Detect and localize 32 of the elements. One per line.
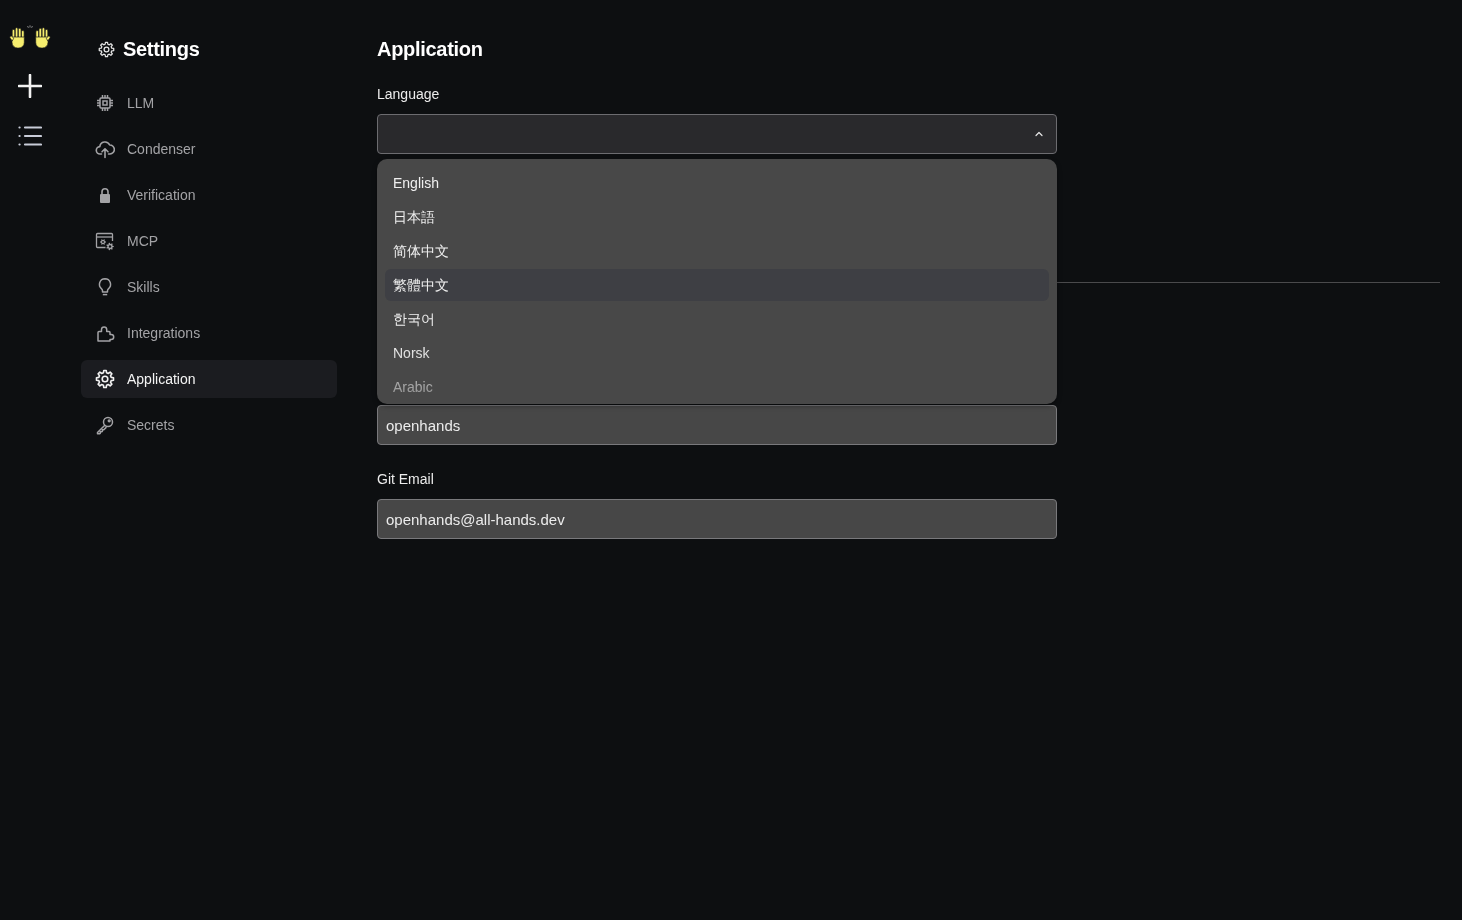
- settings-nav-item[interactable]: Skills: [81, 268, 337, 306]
- page-title: Application: [377, 37, 484, 62]
- text-input[interactable]: openhands: [377, 405, 1057, 445]
- cloud-upload-icon: [95, 139, 115, 159]
- settings-nav-item[interactable]: Application: [81, 360, 337, 398]
- settings-icon: [98, 40, 115, 58]
- settings-nav-item[interactable]: Secrets: [81, 406, 337, 444]
- dropdown-option[interactable]: Arabic: [385, 371, 1049, 403]
- chip-icon: [95, 93, 115, 113]
- settings-nav-item[interactable]: LLM: [81, 84, 337, 122]
- dropdown-option[interactable]: Norsk: [385, 337, 1049, 369]
- list-icon[interactable]: [18, 125, 42, 147]
- gear-icon: [95, 369, 115, 389]
- settings-title: Settings: [123, 37, 200, 61]
- dropdown-option[interactable]: 简体中文: [385, 235, 1049, 267]
- settings-nav-item[interactable]: Condenser: [81, 130, 337, 168]
- dropdown-option[interactable]: 한국어: [385, 303, 1049, 335]
- dropdown-option[interactable]: 日本語: [385, 201, 1049, 233]
- language-select[interactable]: [377, 114, 1057, 154]
- raised-hands-icon[interactable]: [8, 25, 52, 49]
- key-icon: [95, 415, 115, 435]
- settings-nav-item[interactable]: Verification: [81, 176, 337, 214]
- settings-nav-item[interactable]: MCP: [81, 222, 337, 260]
- settings-nav-item[interactable]: Integrations: [81, 314, 337, 352]
- text-input[interactable]: openhands@all-hands.dev: [377, 499, 1057, 539]
- plus-icon[interactable]: [18, 74, 42, 98]
- dropdown-option[interactable]: 繁體中文: [385, 269, 1049, 301]
- field-label: Language: [377, 85, 441, 104]
- puzzle-icon: [95, 323, 115, 343]
- field-label: Git Email: [377, 470, 435, 489]
- dropdown-option[interactable]: English: [385, 167, 1049, 199]
- window-gear-icon: [95, 231, 115, 251]
